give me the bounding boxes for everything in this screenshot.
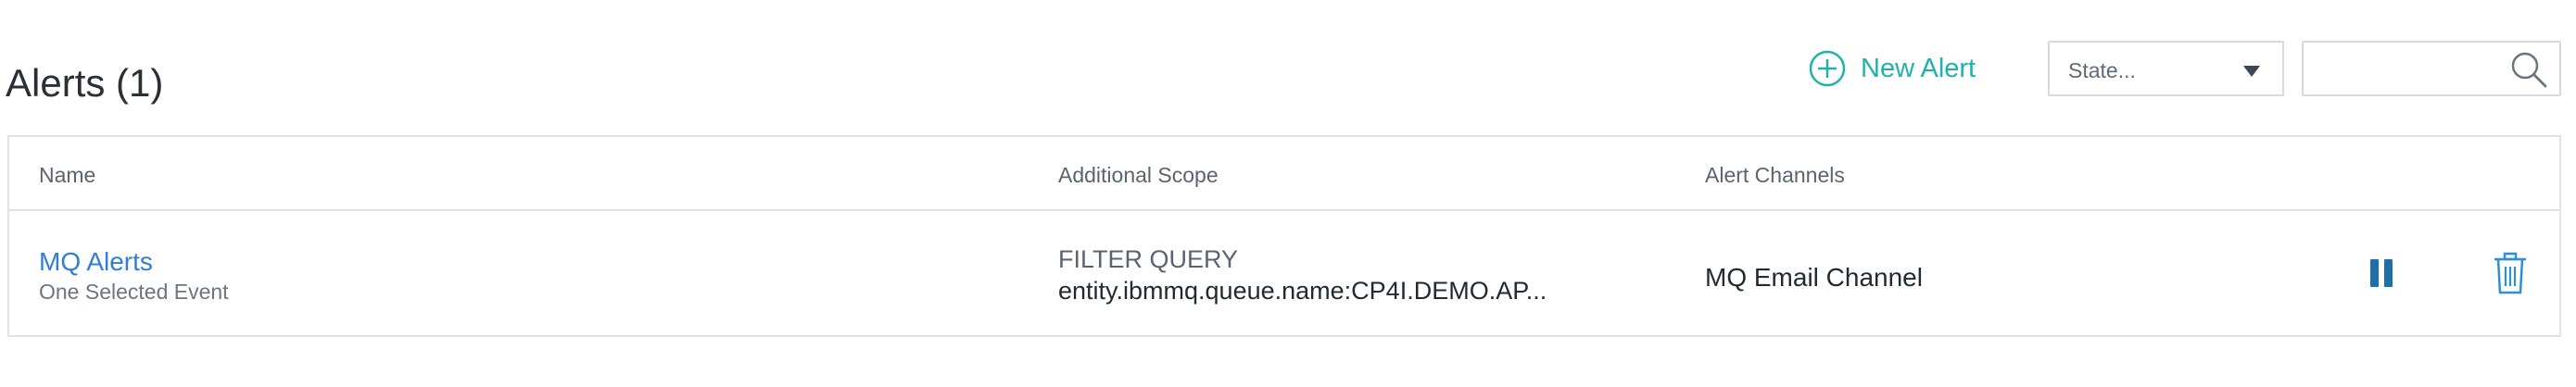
- new-alert-label: New Alert: [1861, 53, 1976, 83]
- column-header-name[interactable]: Name: [39, 163, 95, 188]
- pause-button[interactable]: [2368, 259, 2396, 291]
- page-title: Alerts (1): [6, 61, 164, 105]
- state-select[interactable]: State...: [2048, 41, 2284, 96]
- scope-label: FILTER QUERY: [1058, 245, 1239, 273]
- column-header-alert-channels[interactable]: Alert Channels: [1705, 163, 1845, 188]
- plus-circle-icon: [1809, 50, 1846, 87]
- search-input[interactable]: [2313, 50, 2502, 89]
- scope-value: entity.ibmmq.queue.name:CP4I.DEMO.AP...: [1058, 277, 1547, 305]
- alert-subtitle: One Selected Event: [39, 280, 229, 304]
- trash-icon: [2494, 252, 2526, 294]
- new-alert-button[interactable]: New Alert: [1809, 44, 1976, 93]
- cell-name: MQ Alerts One Selected Event: [39, 246, 229, 306]
- search-box: [2302, 41, 2561, 96]
- alert-name-link[interactable]: MQ Alerts: [39, 246, 229, 278]
- table-row: MQ Alerts One Selected Event FILTER QUER…: [9, 211, 2559, 335]
- column-header-additional-scope[interactable]: Additional Scope: [1058, 163, 1219, 188]
- cell-additional-scope: FILTER QUERY entity.ibmmq.queue.name:CP4…: [1058, 244, 1547, 307]
- search-icon[interactable]: [2509, 50, 2548, 89]
- chevron-down-icon: [2243, 66, 2260, 77]
- cell-alert-channels: MQ Email Channel: [1705, 263, 1923, 292]
- delete-button[interactable]: [2491, 252, 2530, 296]
- state-select-placeholder: State...: [2068, 58, 2136, 82]
- table-header: Name Additional Scope Alert Channels: [9, 137, 2559, 211]
- alerts-table: Name Additional Scope Alert Channels MQ …: [7, 135, 2561, 337]
